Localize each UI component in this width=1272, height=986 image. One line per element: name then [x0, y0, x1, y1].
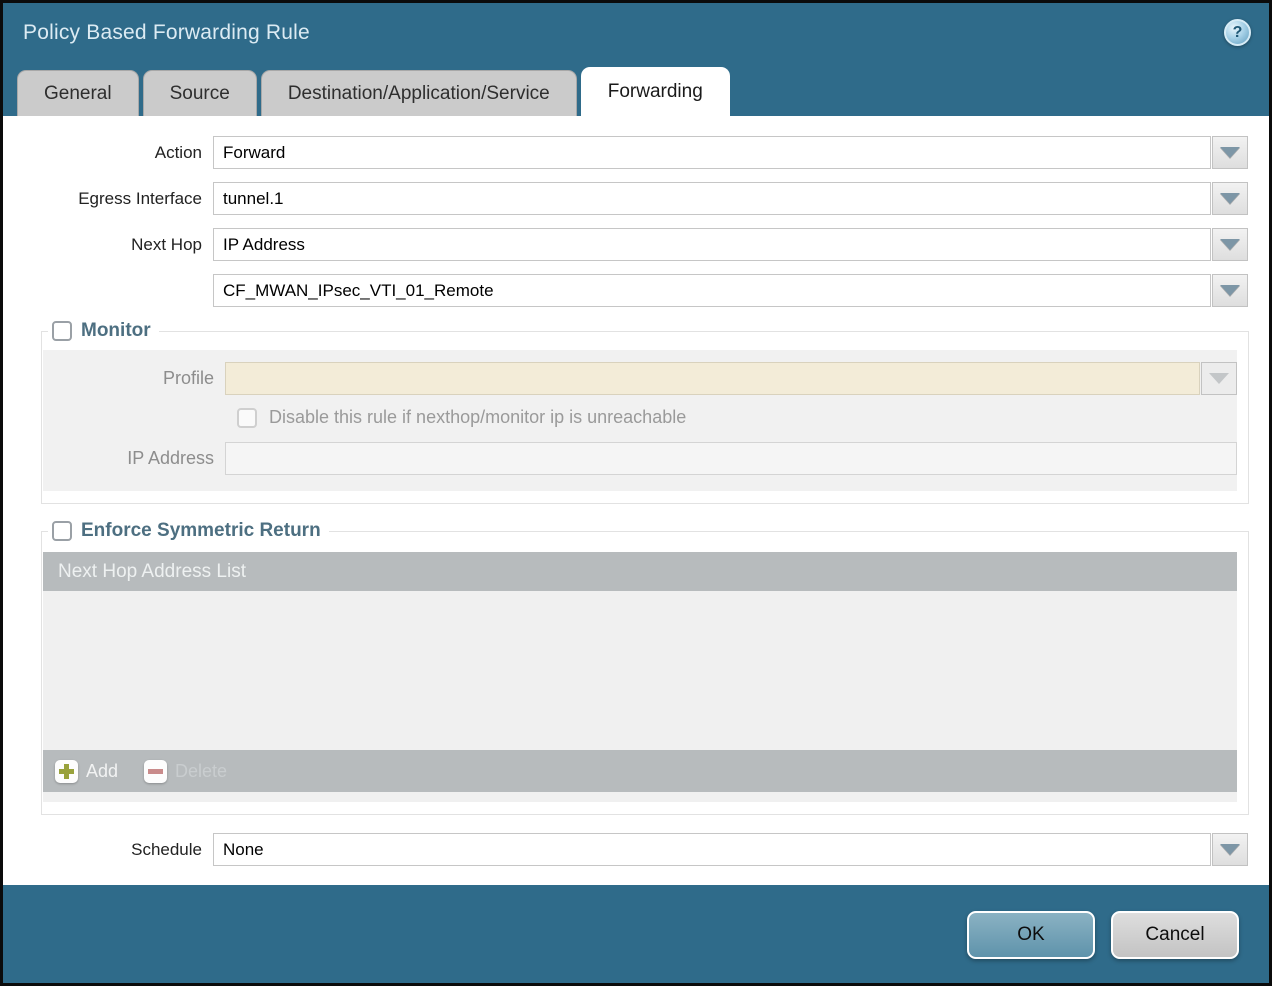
chevron-down-icon: [1209, 373, 1229, 384]
egress-interface-label: Egress Interface: [3, 189, 213, 209]
enforce-symmetric-return-section: Enforce Symmetric Return Next Hop Addres…: [41, 520, 1249, 815]
next-hop-address-input[interactable]: [213, 274, 1211, 307]
action-dropdown-button[interactable]: [1212, 136, 1248, 169]
schedule-dropdown-button[interactable]: [1212, 833, 1248, 866]
add-button[interactable]: Add: [55, 760, 118, 783]
next-hop-address-dropdown-button[interactable]: [1212, 274, 1248, 307]
egress-interface-input[interactable]: [213, 182, 1211, 215]
next-hop-row: Next Hop: [3, 228, 1269, 261]
help-icon[interactable]: ?: [1224, 19, 1251, 46]
next-hop-address-list-table: Next Hop Address List Add Delete: [43, 552, 1237, 802]
next-hop-address-list-body[interactable]: [43, 593, 1237, 750]
next-hop-label: Next Hop: [3, 235, 213, 255]
chevron-down-icon: [1220, 193, 1240, 204]
profile-input: [225, 362, 1200, 395]
chevron-down-icon: [1220, 239, 1240, 250]
action-input[interactable]: [213, 136, 1211, 169]
add-button-label: Add: [86, 761, 118, 782]
monitor-ip-address-label: IP Address: [43, 448, 225, 469]
dialog-titlebar: Policy Based Forwarding Rule ?: [3, 3, 1269, 67]
monitor-content: Profile Disable this rule if nexthop/mon…: [43, 350, 1237, 491]
tab-bar: General Source Destination/Application/S…: [3, 67, 1269, 116]
disable-rule-row: Disable this rule if nexthop/monitor ip …: [237, 407, 1237, 428]
egress-interface-dropdown-button[interactable]: [1212, 182, 1248, 215]
tab-general[interactable]: General: [17, 70, 139, 116]
next-hop-address-row: [3, 274, 1269, 307]
next-hop-address-list-header: Next Hop Address List: [43, 552, 1237, 593]
monitor-legend: Monitor: [48, 320, 159, 342]
monitor-checkbox[interactable]: [52, 321, 72, 341]
policy-based-forwarding-dialog: Policy Based Forwarding Rule ? General S…: [0, 0, 1272, 986]
delete-button-label: Delete: [175, 761, 227, 782]
egress-interface-row: Egress Interface: [3, 182, 1269, 215]
profile-dropdown-button: [1201, 362, 1237, 395]
profile-row: Profile: [43, 362, 1237, 395]
next-hop-type-input[interactable]: [213, 228, 1211, 261]
delete-button: Delete: [144, 760, 227, 783]
disable-rule-label: Disable this rule if nexthop/monitor ip …: [269, 407, 686, 428]
monitor-ip-address-row: IP Address: [43, 442, 1237, 475]
dialog-footer: OK Cancel: [3, 885, 1269, 983]
plus-icon: [55, 760, 78, 783]
forwarding-tab-panel: Action Egress Interface Next Hop: [3, 116, 1269, 885]
dialog-title: Policy Based Forwarding Rule: [23, 21, 1269, 45]
next-hop-address-list-toolbar: Add Delete: [43, 750, 1237, 792]
ok-button[interactable]: OK: [967, 911, 1095, 959]
disable-rule-checkbox: [237, 408, 257, 428]
profile-label: Profile: [43, 368, 225, 389]
monitor-ip-address-input: [225, 442, 1237, 475]
cancel-button[interactable]: Cancel: [1111, 911, 1239, 959]
action-label: Action: [3, 143, 213, 163]
chevron-down-icon: [1220, 285, 1240, 296]
monitor-label: Monitor: [81, 320, 151, 342]
chevron-down-icon: [1220, 147, 1240, 158]
tab-source[interactable]: Source: [143, 70, 257, 116]
action-row: Action: [3, 136, 1269, 169]
schedule-row: Schedule: [3, 833, 1269, 866]
next-hop-dropdown-button[interactable]: [1212, 228, 1248, 261]
tab-destination-application-service[interactable]: Destination/Application/Service: [261, 70, 577, 116]
monitor-section: Monitor Profile Disable this rule if nex…: [41, 320, 1249, 504]
schedule-label: Schedule: [3, 840, 213, 860]
enforce-symmetric-return-label: Enforce Symmetric Return: [81, 520, 321, 542]
enforce-symmetric-return-checkbox[interactable]: [52, 521, 72, 541]
minus-icon: [144, 760, 167, 783]
tab-forwarding[interactable]: Forwarding: [581, 67, 730, 116]
enforce-symmetric-return-legend: Enforce Symmetric Return: [48, 520, 329, 542]
schedule-input[interactable]: [213, 833, 1211, 866]
chevron-down-icon: [1220, 844, 1240, 855]
